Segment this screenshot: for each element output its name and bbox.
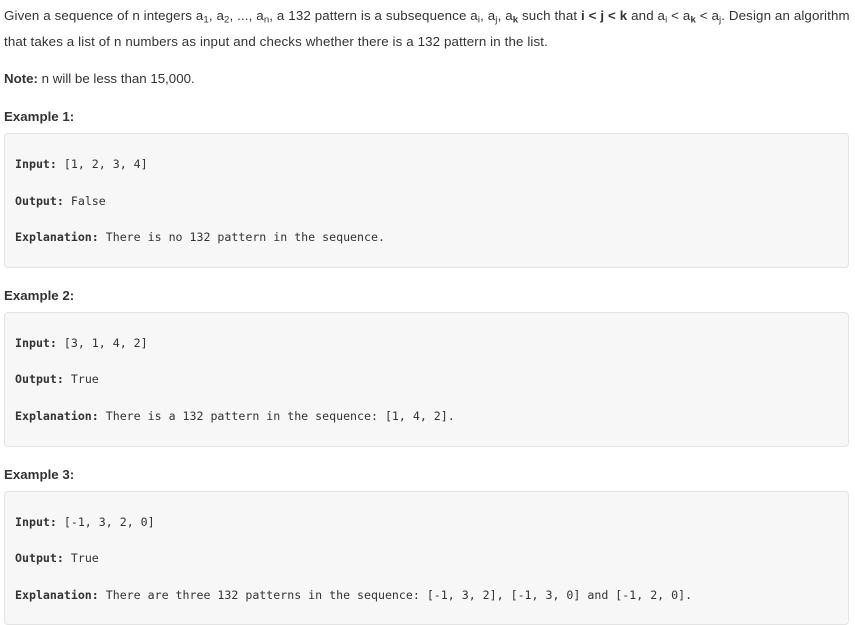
input-label: Input:	[15, 157, 57, 171]
statement-text-9: < a	[667, 8, 691, 23]
input-value: [-1, 3, 2, 0]	[56, 514, 155, 529]
example-2-heading: Example 2:	[4, 287, 75, 303]
explanation-label: Explanation:	[15, 230, 99, 245]
statement-text-5: , a	[480, 8, 496, 23]
output-label: Output:	[15, 372, 64, 387]
output-value: True	[63, 551, 99, 566]
statement-text-6: , a	[497, 8, 513, 23]
explanation-value: There are three 132 patterns in the sequ…	[98, 587, 693, 602]
note-paragraph: Note: n will be less than 15,000.	[4, 55, 851, 89]
example-1-code-block: Input: [1, 2, 3, 4] Output: False Explanat…	[4, 133, 849, 268]
statement-text-4: , a 132 pattern is a subsequence a	[269, 8, 478, 23]
input-label: Input:	[15, 514, 57, 529]
explanation-label: Explanation:	[15, 587, 99, 602]
output-label: Output:	[15, 551, 64, 566]
statement-text-7: such that	[518, 8, 582, 23]
code-line: Explanation: There is no 132 pattern in …	[15, 219, 838, 256]
explanation-value: There is a 132 pattern in the sequence: …	[98, 408, 455, 423]
code-line: Explanation: There is a 132 pattern in t…	[15, 398, 838, 435]
input-label: Input:	[15, 335, 57, 350]
example-3-heading: Example 3:	[4, 466, 75, 482]
note-label: Note:	[4, 71, 38, 86]
output-value: True	[63, 372, 99, 387]
problem-statement-paragraph: Given a sequence of n integers a1, a2, .…	[4, 0, 851, 55]
code-line: Input: [-1, 3, 2, 0]	[15, 504, 838, 541]
code-line: Output: False	[15, 183, 838, 220]
output-label: Output:	[15, 193, 64, 208]
statement-text-3: , ..., a	[229, 8, 264, 23]
example-3-code-block: Input: [-1, 3, 2, 0] Output: True Explanat…	[4, 490, 849, 625]
statement-text-2: , a	[208, 8, 225, 23]
output-value: False	[63, 193, 106, 208]
explanation-value: There is no 132 pattern in the sequence.	[98, 230, 385, 245]
input-value: [1, 2, 3, 4]	[56, 157, 148, 171]
example-1-heading: Example 1:	[4, 109, 75, 124]
statement-text-10: < a	[695, 8, 719, 23]
problem-description-page: Given a sequence of n integers a1, a2, .…	[0, 0, 855, 625]
code-line: Input: [1, 2, 3, 4]	[15, 146, 838, 183]
code-line: Output: True	[15, 540, 838, 577]
input-value: [3, 1, 4, 2]	[56, 335, 148, 350]
code-line: Explanation: There are three 132 pattern…	[15, 577, 838, 614]
index-condition-bold: i < j < k	[581, 8, 628, 23]
explanation-label: Explanation:	[15, 408, 99, 423]
statement-text-1: Given a sequence of n integers a	[4, 8, 204, 23]
note-text: n will be less than 15,000.	[37, 71, 195, 86]
example-2-code-block: Input: [3, 1, 4, 2] Output: True Explanati…	[4, 311, 849, 447]
code-line: Output: True	[15, 361, 838, 398]
statement-text-8: and a	[627, 8, 666, 23]
code-line: Input: [3, 1, 4, 2]	[15, 325, 838, 362]
